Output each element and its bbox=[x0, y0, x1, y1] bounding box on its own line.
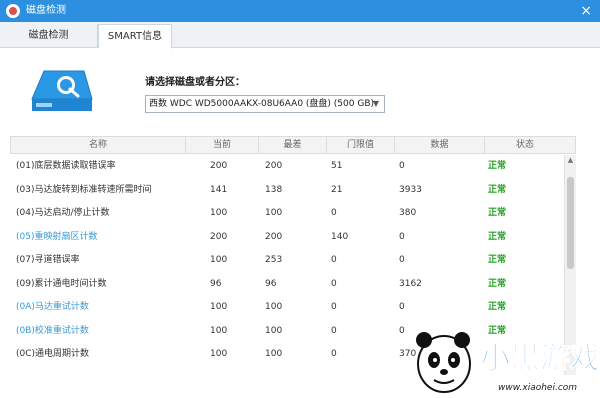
cell-worst: 96 bbox=[265, 278, 277, 289]
scroll-up-arrow-icon[interactable]: ▲ bbox=[565, 155, 576, 166]
table-row[interactable]: (04)马达启动/停止计数 100 100 0 380 正常 bbox=[10, 202, 576, 226]
cell-current: 100 bbox=[210, 208, 228, 218]
column-header-current: 当前 bbox=[186, 137, 259, 153]
cell-data: 3162 bbox=[399, 278, 422, 289]
cell-threshold: 21 bbox=[331, 184, 343, 195]
cell-threshold: 0 bbox=[331, 349, 337, 359]
cell-data: 0 bbox=[399, 255, 405, 265]
close-icon[interactable]: × bbox=[580, 2, 592, 20]
cell-name: (04)马达启动/停止计数 bbox=[16, 208, 110, 218]
cell-current: 100 bbox=[210, 325, 228, 336]
cell-data: 0 bbox=[399, 161, 405, 171]
cell-threshold: 0 bbox=[331, 302, 337, 312]
cell-current: 100 bbox=[210, 349, 228, 359]
cell-status: 正常 bbox=[488, 278, 507, 289]
cell-status: 正常 bbox=[488, 208, 507, 218]
cell-name: (07)寻道错误率 bbox=[16, 255, 80, 265]
cell-threshold: 140 bbox=[331, 231, 349, 242]
xiaohei-watermark-logo: 小黑游戏 www.xiaohei.com bbox=[416, 332, 598, 393]
cell-threshold: 0 bbox=[331, 208, 337, 218]
column-header-threshold: 门限值 bbox=[327, 137, 395, 153]
cell-worst: 200 bbox=[265, 161, 283, 171]
cell-name: (0A)马达重试计数 bbox=[16, 302, 89, 312]
column-header-status: 状态 bbox=[515, 140, 534, 150]
cell-status: 正常 bbox=[488, 161, 507, 171]
cell-worst: 100 bbox=[265, 302, 283, 312]
app-logo-icon bbox=[6, 4, 20, 18]
cell-threshold: 0 bbox=[331, 278, 337, 289]
cell-name: (01)底层数据读取错误率 bbox=[16, 161, 116, 171]
table-row[interactable]: (05)重映射扇区计数 200 200 140 0 正常 bbox=[10, 226, 576, 250]
cell-current: 96 bbox=[210, 278, 222, 289]
cell-threshold: 51 bbox=[331, 161, 343, 171]
cell-worst: 253 bbox=[265, 255, 283, 265]
cell-current: 100 bbox=[210, 255, 228, 265]
cell-status: 正常 bbox=[488, 255, 507, 265]
cell-data: 0 bbox=[399, 325, 405, 336]
cell-name: (03)马达旋转到标准转速所需时间 bbox=[16, 184, 152, 195]
column-header-name: 名称 bbox=[11, 137, 186, 153]
cell-current: 100 bbox=[210, 302, 228, 312]
cell-data: 3933 bbox=[399, 184, 422, 195]
tab-bar: 磁盘检测 SMART信息 bbox=[0, 22, 600, 49]
cell-name: (0B)校准重试计数 bbox=[16, 325, 89, 336]
cell-worst: 100 bbox=[265, 349, 283, 359]
cell-name: (09)累计通电时间计数 bbox=[16, 278, 107, 289]
hard-disk-icon bbox=[31, 70, 93, 111]
cell-name: (0C)通电周期计数 bbox=[16, 349, 90, 359]
title-bar: 磁盘检测 × bbox=[0, 0, 600, 22]
column-header-data: 数据 bbox=[395, 137, 485, 153]
table-header: 名称 当前 最差 门限值 数据 状态 bbox=[10, 136, 576, 154]
cell-worst: 100 bbox=[265, 208, 283, 218]
table-row[interactable]: (0A)马达重试计数 100 100 0 0 正常 bbox=[10, 296, 576, 320]
window-title: 磁盘检测 bbox=[26, 5, 66, 16]
table-row[interactable]: (01)底层数据读取错误率 200 200 51 0 正常 bbox=[10, 155, 576, 179]
table-row[interactable]: (09)累计通电时间计数 96 96 0 3162 正常 bbox=[10, 273, 576, 297]
cell-current: 141 bbox=[210, 184, 228, 195]
cell-threshold: 0 bbox=[331, 255, 337, 265]
cell-worst: 138 bbox=[265, 184, 283, 195]
cell-threshold: 0 bbox=[331, 325, 337, 336]
cell-current: 200 bbox=[210, 231, 228, 242]
table-row[interactable]: (07)寻道错误率 100 253 0 0 正常 bbox=[10, 249, 576, 273]
tab-disk-check[interactable]: 磁盘检测 bbox=[0, 24, 98, 48]
tab-smart-info[interactable]: SMART信息 bbox=[98, 24, 172, 49]
cell-data: 380 bbox=[399, 208, 417, 218]
watermark-text: 小黑游戏 bbox=[480, 341, 598, 376]
dropdown-caret-icon: ▼ bbox=[372, 99, 379, 108]
column-header-worst: 最差 bbox=[259, 137, 327, 153]
disk-select-dropdown[interactable]: 西数 WDC WD5000AAKX-08U6AA0 (盘盘) (500 GB) … bbox=[145, 95, 385, 113]
scroll-thumb[interactable] bbox=[567, 177, 574, 269]
disk-select-value: 西数 WDC WD5000AAKX-08U6AA0 (盘盘) (500 GB) bbox=[149, 99, 375, 109]
cell-data: 0 bbox=[399, 231, 405, 242]
cell-worst: 100 bbox=[265, 325, 283, 336]
cell-status: 正常 bbox=[488, 231, 507, 242]
table-row[interactable]: (03)马达旋转到标准转速所需时间 141 138 21 3933 正常 bbox=[10, 179, 576, 203]
watermark-url: www.xiaohei.com bbox=[498, 383, 577, 393]
cell-name: (05)重映射扇区计数 bbox=[16, 231, 98, 242]
disk-select-label: 请选择磁盘或者分区： bbox=[145, 77, 245, 88]
cell-status: 正常 bbox=[488, 302, 507, 312]
cell-status: 正常 bbox=[488, 184, 507, 195]
cell-current: 200 bbox=[210, 161, 228, 171]
cell-worst: 200 bbox=[265, 231, 283, 242]
cell-data: 0 bbox=[399, 302, 405, 312]
